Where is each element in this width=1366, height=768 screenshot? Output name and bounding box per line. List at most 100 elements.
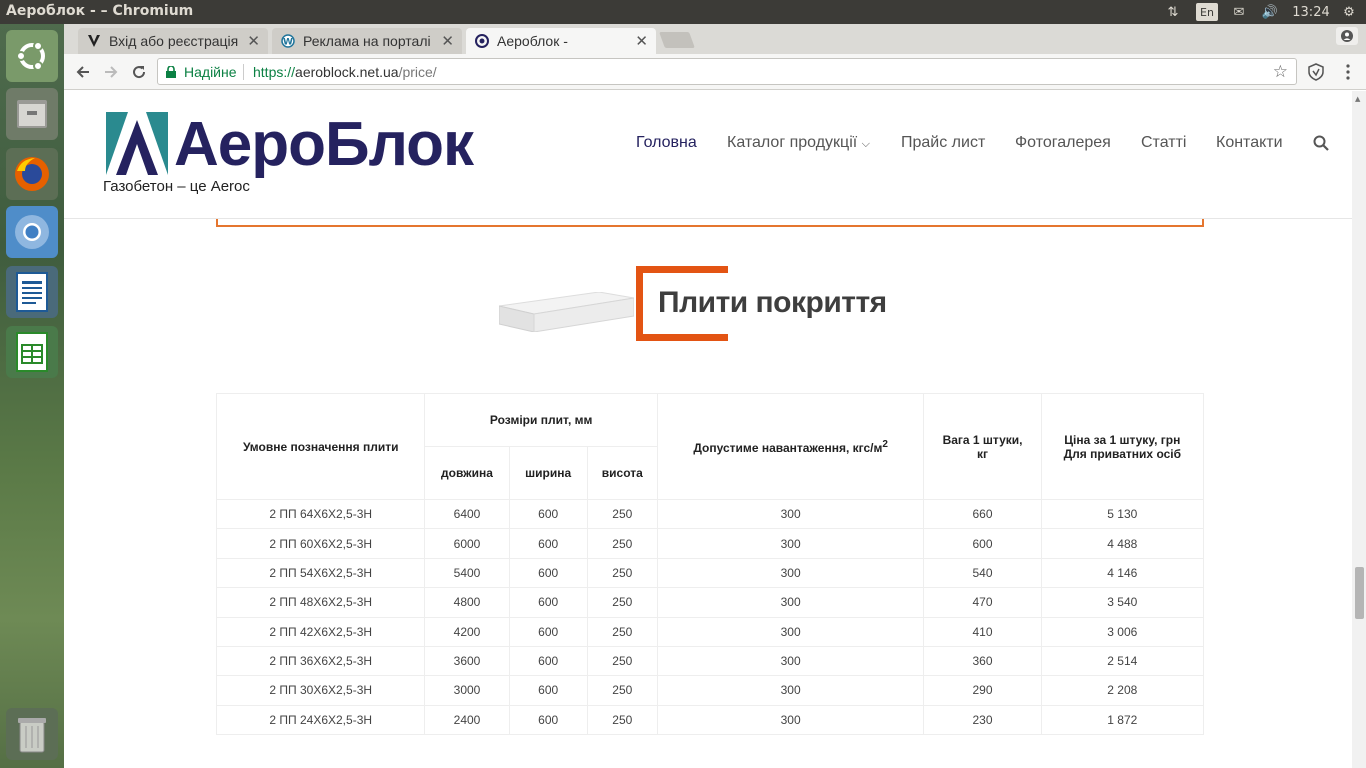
chevron-down-icon: ⌵ [861, 138, 871, 150]
cell-weight: 290 [923, 675, 1042, 706]
cell-weight: 660 [923, 498, 1042, 530]
table-row: 2 ПП 48X6X2,5-3H 4800 600 250 300 470 3 540 [215, 587, 1205, 618]
bookmark-star-icon[interactable]: ☆ [1273, 62, 1288, 82]
menu-kebab-icon[interactable] [1336, 60, 1360, 84]
cell-load: 300 [656, 616, 925, 647]
ubuntu-dash-icon[interactable] [6, 30, 58, 82]
scrollbar-thumb[interactable] [1355, 567, 1364, 619]
cell-weight: 540 [923, 557, 1042, 589]
cell-height: 250 [586, 645, 658, 677]
price-table: Умовне позначення плити Розміри плит, мм… [215, 393, 1205, 736]
cell-designation: 2 ПП 36X6X2,5-3H [215, 645, 426, 677]
files-icon[interactable] [6, 88, 58, 140]
cell-price: 3 006 [1040, 616, 1205, 647]
firefox-icon[interactable] [6, 148, 58, 200]
cell-length: 4200 [424, 616, 510, 647]
cell-length: 6000 [424, 528, 510, 559]
lock-icon [166, 65, 176, 78]
cell-weight: 360 [923, 645, 1042, 677]
volume-icon[interactable]: 🔊 [1258, 2, 1282, 22]
mail-icon[interactable]: ✉ [1228, 2, 1250, 22]
launcher [0, 24, 64, 768]
header-width: ширина [508, 446, 588, 500]
new-tab-button[interactable] [659, 32, 695, 48]
system-top-bar: Аероблок - – Chromium ⇅ En ✉ 🔊 13:24 ⚙ [0, 0, 1366, 24]
header-length: довжина [424, 446, 510, 500]
window-title: Аероблок - – Chromium [6, 3, 194, 19]
tab-title: Аероблок - [497, 33, 568, 49]
cell-width: 600 [508, 498, 588, 530]
chromium-icon[interactable] [6, 206, 58, 258]
cell-height: 250 [586, 616, 658, 647]
site-header: АероБлок Газобетон – це Aeroc Головна Ка… [64, 91, 1352, 219]
shield-extension-icon[interactable] [1304, 60, 1328, 84]
cell-width: 600 [508, 704, 588, 736]
tab-title: Реклама на порталі [303, 33, 431, 49]
nav-home[interactable]: Головна [636, 134, 697, 152]
cell-height: 250 [586, 498, 658, 530]
cell-width: 600 [508, 616, 588, 647]
aeroblock-logo-mark[interactable] [106, 112, 168, 175]
browser-toolbar: Надійне https://aeroblock.net.ua/price/ … [64, 54, 1366, 90]
table-row: 2 ПП 30X6X2,5-3H 3000 600 250 300 290 2 208 [215, 675, 1205, 706]
nav-contacts[interactable]: Контакти [1216, 134, 1283, 152]
back-arrow-icon[interactable] [71, 60, 95, 84]
cell-price: 4 146 [1040, 557, 1205, 589]
search-icon[interactable] [1313, 135, 1329, 156]
secure-label[interactable]: Надійне [184, 64, 237, 80]
nav-gallery[interactable]: Фотогалерея [1015, 134, 1111, 152]
cell-weight: 470 [923, 587, 1042, 618]
table-row: 2 ПП 42X6X2,5-3H 4200 600 250 300 410 3 006 [215, 616, 1205, 647]
table-row: 2 ПП 54X6X2,5-3H 5400 600 250 300 540 4 146 [215, 557, 1205, 589]
tab-login[interactable]: Вхід або реєстрація ✕ [78, 28, 268, 54]
close-tab-icon[interactable]: ✕ [441, 32, 454, 50]
cell-load: 300 [656, 587, 925, 618]
svg-text:W: W [283, 38, 293, 48]
settings-gear-icon[interactable]: ⚙ [1338, 2, 1360, 22]
close-tab-icon[interactable]: ✕ [635, 32, 648, 50]
cell-load: 300 [656, 528, 925, 559]
forward-arrow-icon[interactable] [99, 60, 123, 84]
header-dimensions: Розміри плит, мм [424, 393, 658, 447]
trash-icon[interactable] [6, 708, 58, 760]
header-height: висота [586, 446, 658, 500]
cell-price: 4 488 [1040, 528, 1205, 559]
tab-aeroblock[interactable]: Аероблок - ✕ [466, 28, 656, 54]
cell-height: 250 [586, 587, 658, 618]
v-logo-icon [86, 33, 102, 49]
clock[interactable]: 13:24 [1290, 2, 1332, 22]
cell-width: 600 [508, 645, 588, 677]
close-tab-icon[interactable]: ✕ [247, 32, 260, 50]
section-title: Плити покриття [658, 286, 887, 319]
logo-text[interactable]: АероБлок [174, 109, 474, 180]
keyboard-layout-indicator[interactable]: En [1196, 3, 1218, 21]
nav-catalog[interactable]: Каталог продукції ⌵ [727, 134, 870, 152]
cell-price: 1 872 [1040, 704, 1205, 736]
price-table-body: 2 ПП 64X6X2,5-3H 6400 600 250 300 660 5 130 2 П… [215, 498, 1205, 736]
slab-image [498, 291, 635, 333]
cell-height: 250 [586, 675, 658, 706]
cell-designation: 2 ПП 64X6X2,5-3H [215, 498, 426, 530]
libreoffice-calc-icon[interactable] [6, 326, 58, 378]
reload-icon[interactable] [127, 60, 151, 84]
url-text[interactable]: https://aeroblock.net.ua/price/ [253, 64, 437, 80]
network-icon[interactable]: ⇅ [1162, 2, 1184, 22]
tab-advertising[interactable]: W Реклама на порталі ✕ [272, 28, 462, 54]
cell-length: 2400 [424, 704, 510, 736]
web-page: АероБлок Газобетон – це Aeroc Головна Ка… [64, 91, 1352, 768]
nav-price-list[interactable]: Прайс лист [901, 134, 985, 152]
nav-articles[interactable]: Статті [1141, 134, 1186, 152]
cell-length: 3000 [424, 675, 510, 706]
cell-height: 250 [586, 557, 658, 589]
cell-width: 600 [508, 675, 588, 706]
cell-length: 6400 [424, 498, 510, 530]
vertical-scrollbar[interactable]: ▲ [1352, 91, 1366, 768]
cell-height: 250 [586, 704, 658, 736]
address-bar[interactable]: Надійне https://aeroblock.net.ua/price/ … [157, 58, 1297, 85]
scroll-up-arrow-icon[interactable]: ▲ [1355, 95, 1360, 103]
cell-load: 300 [656, 557, 925, 589]
profile-icon[interactable] [1336, 27, 1358, 45]
cell-weight: 600 [923, 528, 1042, 559]
cell-height: 250 [586, 528, 658, 559]
libreoffice-writer-icon[interactable] [6, 266, 58, 318]
